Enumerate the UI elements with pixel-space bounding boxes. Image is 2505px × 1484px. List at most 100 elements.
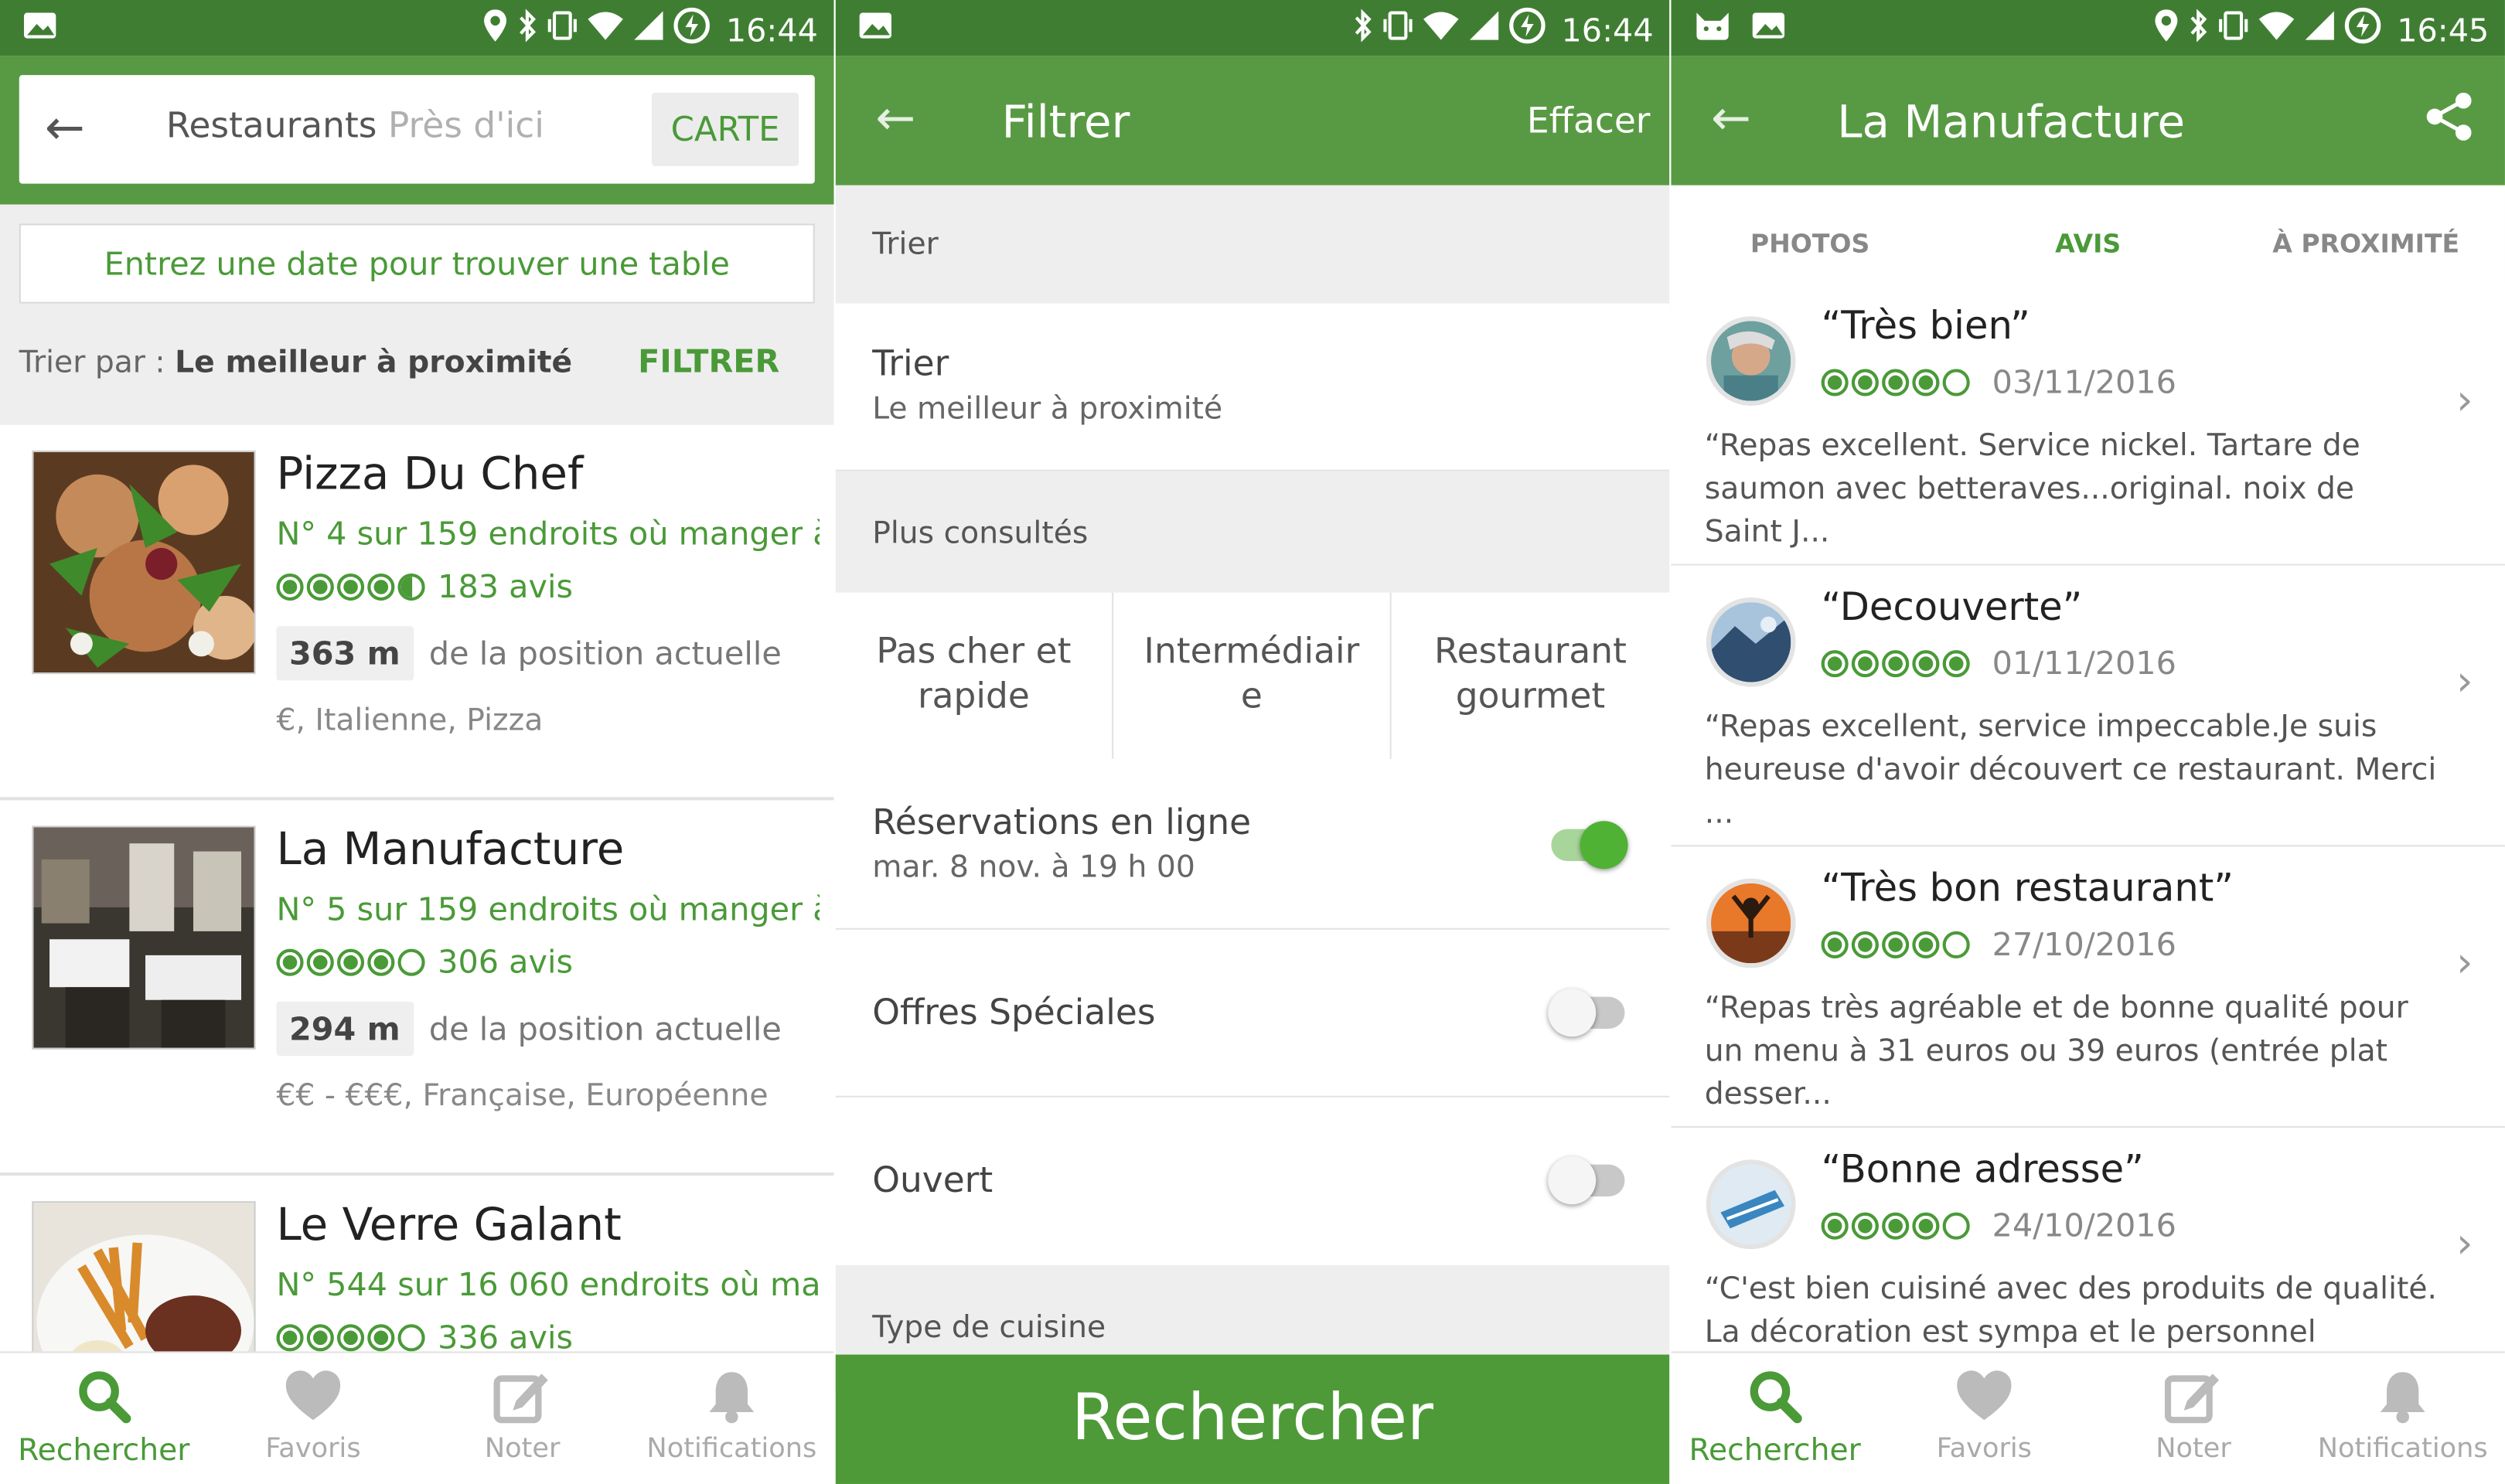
nav-favorites[interactable]: Favoris bbox=[1880, 1353, 2088, 1483]
price-segments: Pas cher et rapide Intermédiair e Restau… bbox=[835, 592, 1670, 761]
battery-saver-icon bbox=[2344, 6, 2383, 53]
back-arrow-icon[interactable]: ← bbox=[45, 97, 85, 162]
bell-icon bbox=[2376, 1369, 2430, 1430]
rating-bubbles bbox=[1821, 1211, 1970, 1239]
bell-icon bbox=[704, 1369, 758, 1430]
rating-bubble bbox=[1851, 368, 1879, 396]
filter-button[interactable]: FILTRER bbox=[638, 342, 779, 380]
search-results-screen: 16:44 ← Restaurants Près d'ici CARTE Ent… bbox=[0, 0, 834, 1484]
search-icon bbox=[77, 1369, 131, 1430]
status-bar: 16:45 bbox=[1671, 0, 2505, 56]
wifi-icon bbox=[587, 9, 625, 49]
nav-favorites[interactable]: Favoris bbox=[210, 1353, 418, 1483]
search-query[interactable]: Restaurants Près d'ici bbox=[166, 107, 544, 147]
back-arrow-icon[interactable]: ← bbox=[875, 85, 915, 155]
rating-bubble bbox=[1882, 930, 1910, 958]
battery-saver-icon bbox=[1508, 6, 1547, 53]
nav-label: Noter bbox=[484, 1432, 561, 1465]
online-booking-label: Réservations en ligne bbox=[872, 803, 1252, 844]
restaurant-name[interactable]: Le Verre Galant bbox=[276, 1198, 621, 1251]
nav-label: Favoris bbox=[265, 1432, 361, 1465]
clock: 16:45 bbox=[2397, 10, 2490, 49]
nav-label: Notifications bbox=[2317, 1432, 2488, 1465]
segment-mid[interactable]: Intermédiair e bbox=[1113, 592, 1392, 759]
nav-notifications[interactable]: Notifications bbox=[2299, 1353, 2505, 1483]
chevron-right-icon: › bbox=[2456, 376, 2473, 425]
nav-search[interactable]: Rechercher bbox=[0, 1353, 208, 1483]
rating-bubbles bbox=[1821, 649, 1970, 677]
rating-bubble bbox=[1912, 1211, 1940, 1239]
page-title: Filtrer bbox=[1001, 96, 1130, 149]
review-text: “Repas excellent, service impeccable.Je … bbox=[1704, 709, 2437, 831]
open-toggle[interactable] bbox=[1548, 1156, 1625, 1205]
search-box[interactable]: ← Restaurants Près d'ici CARTE bbox=[19, 75, 815, 184]
nav-label: Rechercher bbox=[1689, 1432, 1861, 1469]
app-bar: ← La Manufacture bbox=[1671, 56, 2505, 186]
rating-bubble bbox=[336, 948, 365, 975]
options-bar: Entrez une date pour trouver une table T… bbox=[0, 204, 834, 425]
restaurant-card[interactable]: La Manufacture N° 5 sur 159 endroits où … bbox=[0, 800, 834, 1176]
review-item[interactable]: “Decouverte” 01/11/2016 “Repas excellent… bbox=[1671, 565, 2505, 849]
clear-button[interactable]: Effacer bbox=[1527, 91, 1651, 155]
open-row[interactable]: Ouvert bbox=[835, 1097, 1670, 1265]
review-meta: 03/11/2016 bbox=[1821, 362, 2176, 401]
restaurant-rating: 336 avis bbox=[276, 1318, 573, 1356]
restaurant-cuisine: €€ - €€€, Française, Européenne bbox=[276, 1078, 769, 1114]
online-booking-toggle[interactable] bbox=[1551, 821, 1628, 870]
battery-saver-icon bbox=[673, 6, 712, 53]
restaurant-name[interactable]: Pizza Du Chef bbox=[276, 448, 583, 500]
back-arrow-icon[interactable]: ← bbox=[1711, 85, 1751, 155]
rating-bubbles bbox=[1821, 930, 1970, 958]
special-offers-row[interactable]: Offres Spéciales bbox=[835, 929, 1670, 1098]
rating-bubble bbox=[397, 948, 425, 975]
rating-bubble bbox=[1912, 930, 1940, 958]
location-icon bbox=[2154, 8, 2180, 51]
segment-cheap[interactable]: Pas cher et rapide bbox=[836, 592, 1114, 759]
share-icon[interactable] bbox=[2425, 91, 2473, 148]
nav-review[interactable]: Noter bbox=[2090, 1353, 2298, 1483]
restaurant-name[interactable]: La Manufacture bbox=[276, 822, 624, 875]
restaurant-photo bbox=[32, 825, 256, 1050]
chevron-right-icon: › bbox=[2456, 1220, 2473, 1268]
vibrate-icon bbox=[1382, 8, 1414, 51]
signal-icon bbox=[2304, 9, 2336, 49]
chevron-right-icon: › bbox=[2456, 939, 2473, 988]
review-meta: 01/11/2016 bbox=[1821, 644, 2176, 682]
filter-screen: 16:44 ← Filtrer Effacer Trier Trier Le m… bbox=[835, 0, 1670, 1484]
restaurant-card[interactable]: Pizza Du Chef N° 4 sur 159 endroits où m… bbox=[0, 424, 834, 801]
review-item[interactable]: “Très bien” 03/11/2016 “Repas excellent.… bbox=[1671, 284, 2505, 567]
edit-icon bbox=[2164, 1369, 2222, 1430]
rating-bubble bbox=[306, 948, 334, 975]
review-item[interactable]: “Très bon restaurant” 27/10/2016 “Repas … bbox=[1671, 846, 2505, 1130]
bottom-navigation: Rechercher Favoris Noter Notifications bbox=[1671, 1351, 2505, 1484]
sort-option-row[interactable]: Trier Le meilleur à proximité bbox=[835, 303, 1670, 471]
nav-notifications[interactable]: Notifications bbox=[628, 1353, 834, 1483]
rating-bubbles bbox=[276, 1323, 425, 1351]
avatar bbox=[1706, 316, 1796, 406]
map-button[interactable]: CARTE bbox=[652, 92, 799, 166]
special-offers-toggle[interactable] bbox=[1548, 989, 1625, 1037]
rating-bubble bbox=[1882, 1211, 1910, 1239]
online-booking-row[interactable]: Réservations en ligne mar. 8 nov. à 19 h… bbox=[835, 758, 1670, 930]
review-meta: 24/10/2016 bbox=[1821, 1206, 2176, 1244]
restaurant-rank: N° 5 sur 159 endroits où manger à l... bbox=[276, 890, 820, 928]
sort-value: Le meilleur à proximité bbox=[175, 345, 573, 380]
vibrate-icon bbox=[2218, 8, 2250, 51]
rating-bubble bbox=[1851, 1211, 1879, 1239]
wifi-icon bbox=[1423, 9, 1461, 49]
location-icon bbox=[483, 8, 509, 51]
date-picker-button[interactable]: Entrez une date pour trouver une table bbox=[19, 223, 815, 304]
nav-review[interactable]: Noter bbox=[418, 1353, 626, 1483]
rating-bubble bbox=[276, 1323, 304, 1351]
restaurant-rank: N° 4 sur 159 endroits où manger à l... bbox=[276, 514, 820, 553]
sort-row[interactable]: Trier par : Le meilleur à proximité bbox=[19, 345, 572, 380]
review-count: 336 avis bbox=[438, 1318, 573, 1356]
distance-badge: 294 m bbox=[276, 1001, 414, 1057]
bluetooth-icon bbox=[2188, 8, 2210, 51]
review-title: “Très bon restaurant” bbox=[1821, 866, 2234, 911]
heart-icon bbox=[285, 1369, 342, 1430]
nav-search[interactable]: Rechercher bbox=[1671, 1353, 1879, 1483]
nav-label: Favoris bbox=[1936, 1432, 2032, 1465]
search-button[interactable]: Rechercher bbox=[835, 1354, 1670, 1484]
segment-gourmet[interactable]: Restaurant gourmet bbox=[1392, 593, 1670, 759]
